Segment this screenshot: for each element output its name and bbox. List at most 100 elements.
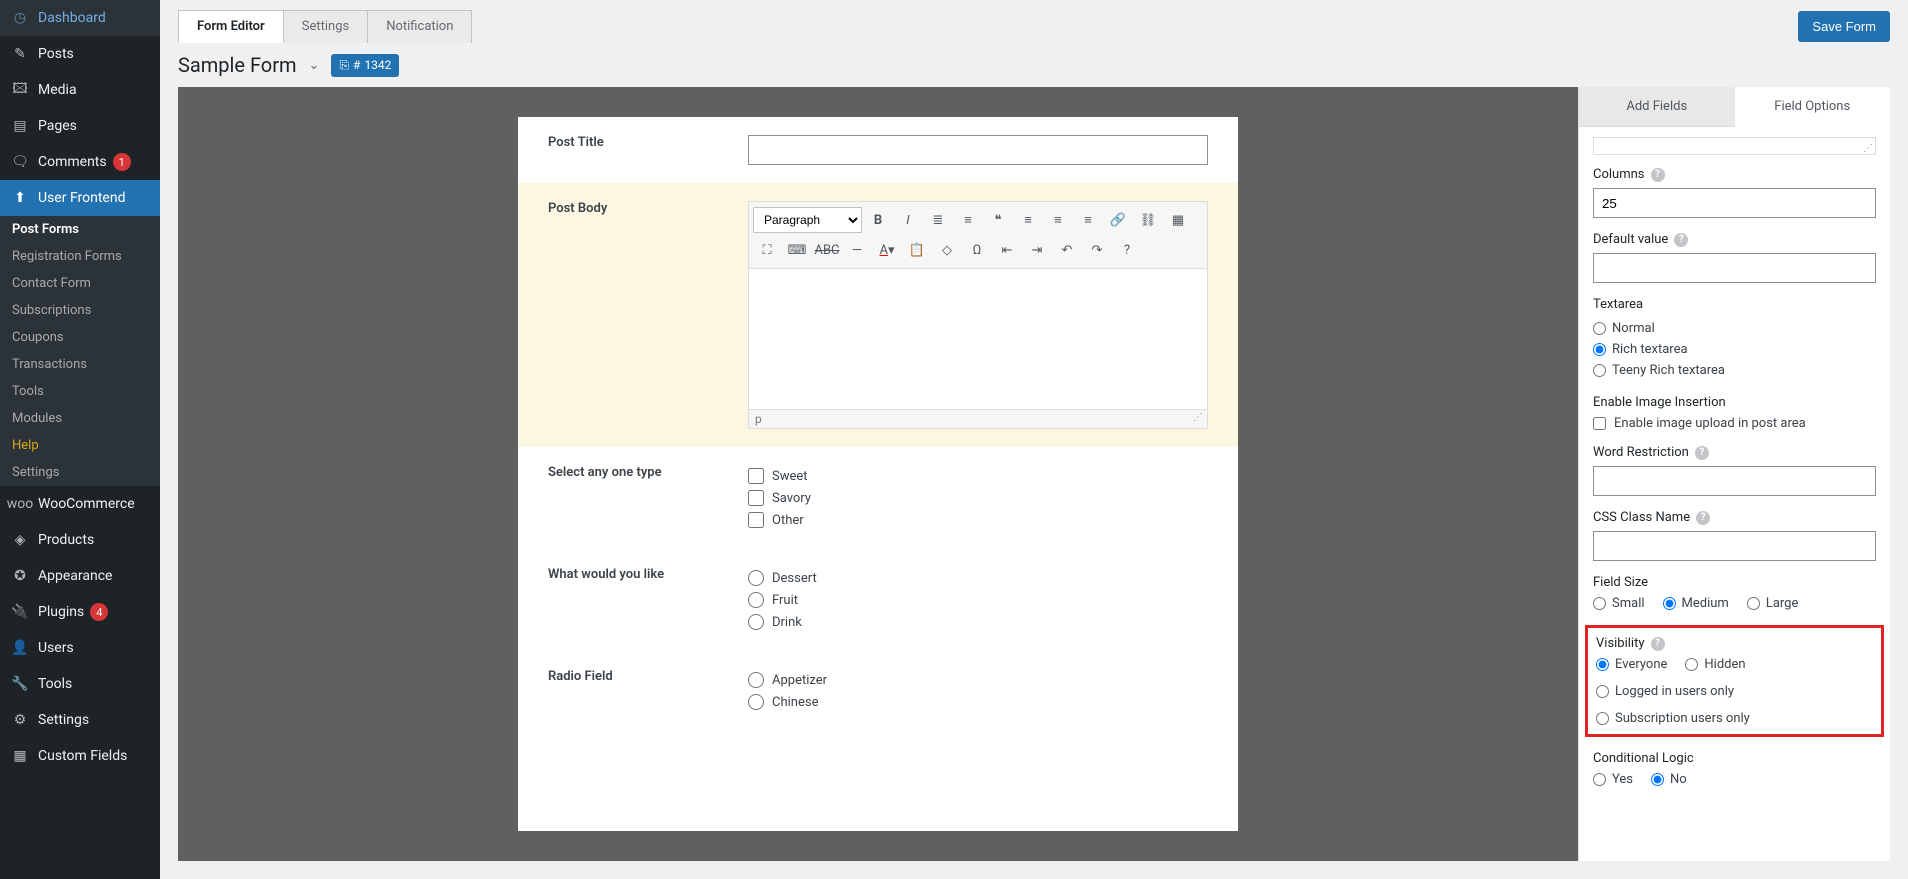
checkbox-option[interactable]: Savory	[748, 487, 1208, 509]
sidebar-item-custom-fields[interactable]: ▦Custom Fields	[0, 738, 160, 774]
submenu-tools[interactable]: Tools	[0, 378, 160, 405]
align-right-icon[interactable]: ≡	[1074, 206, 1102, 234]
text-color-icon[interactable]: A▾	[873, 236, 901, 264]
indent-icon[interactable]: ⇥	[1023, 236, 1051, 264]
submenu-help[interactable]: Help	[0, 432, 160, 459]
option-hidden[interactable]: Hidden	[1685, 657, 1745, 672]
submenu-coupons[interactable]: Coupons	[0, 324, 160, 351]
paragraph-select[interactable]: Paragraph	[753, 207, 862, 233]
number-list-icon[interactable]: ≡	[954, 206, 982, 234]
sidebar-item-settings[interactable]: ⚙Settings	[0, 702, 160, 738]
more-icon[interactable]: ▦	[1164, 206, 1192, 234]
option-no[interactable]: No	[1651, 772, 1687, 787]
option-teeny-rich-textarea[interactable]: Teeny Rich textarea	[1593, 360, 1876, 381]
radio-option[interactable]: Dessert	[748, 567, 1208, 589]
bullet-list-icon[interactable]: ≣	[924, 206, 952, 234]
sidebar-item-woocommerce[interactable]: wooWooCommerce	[0, 486, 160, 522]
sidebar-item-media[interactable]: 🖾Media	[0, 72, 160, 108]
help-icon[interactable]: ?	[1651, 168, 1665, 182]
align-left-icon[interactable]: ≡	[1014, 206, 1042, 234]
option-subscription-users-only[interactable]: Subscription users only	[1596, 711, 1750, 726]
sidebar-item-dashboard[interactable]: ◷Dashboard	[0, 0, 160, 36]
toolbar-toggle-icon[interactable]: ⌨	[783, 236, 811, 264]
form-canvas[interactable]: Post Title Post Body Paragraph B I	[178, 87, 1578, 861]
sidebar-item-plugins[interactable]: 🔌Plugins4	[0, 594, 160, 630]
field-post-title[interactable]: Post Title	[518, 117, 1238, 183]
tab-form-editor[interactable]: Form Editor	[178, 10, 284, 43]
option-logged-in-users-only[interactable]: Logged in users only	[1596, 684, 1734, 699]
submenu-contact-form[interactable]: Contact Form	[0, 270, 160, 297]
woocommerce-icon: woo	[10, 494, 30, 514]
field-checkbox[interactable]: Select any one type SweetSavoryOther	[518, 447, 1238, 549]
radio-option[interactable]: Appetizer	[748, 669, 1208, 691]
checkbox-option[interactable]: Sweet	[748, 465, 1208, 487]
undo-icon[interactable]: ↶	[1053, 236, 1081, 264]
post-title-input[interactable]	[748, 135, 1208, 165]
badge: 1	[113, 153, 131, 171]
submenu-settings[interactable]: Settings	[0, 459, 160, 486]
help-icon[interactable]: ?	[1674, 233, 1688, 247]
strikethrough-icon[interactable]: ABC	[813, 236, 841, 264]
paste-icon[interactable]: 📋	[903, 236, 931, 264]
help-icon[interactable]: ?	[1695, 446, 1709, 460]
submenu-subscriptions[interactable]: Subscriptions	[0, 297, 160, 324]
tab-settings[interactable]: Settings	[283, 10, 368, 43]
bold-icon[interactable]: B	[864, 206, 892, 234]
sidebar-item-comments[interactable]: 🗨Comments1	[0, 144, 160, 180]
form-id-badge[interactable]: ⎘ #1342	[331, 54, 399, 77]
link-icon[interactable]: 🔗	[1104, 206, 1132, 234]
option-normal[interactable]: Normal	[1593, 318, 1876, 339]
form-tabs: Form Editor Settings Notification	[178, 10, 471, 43]
tab-notification[interactable]: Notification	[367, 10, 472, 43]
help-icon[interactable]: ?	[1113, 236, 1141, 264]
clear-format-icon[interactable]: ◇	[933, 236, 961, 264]
option-medium[interactable]: Medium	[1663, 596, 1729, 611]
submenu-modules[interactable]: Modules	[0, 405, 160, 432]
resize-grip-icon[interactable]: ⋰	[1193, 412, 1201, 426]
sidebar-item-pages[interactable]: ▤Pages	[0, 108, 160, 144]
tab-field-options[interactable]: Field Options	[1735, 87, 1891, 127]
image-upload-checkbox[interactable]: Enable image upload in post area	[1593, 416, 1876, 431]
hr-icon[interactable]: —	[843, 236, 871, 264]
default-value-input[interactable]	[1593, 253, 1876, 283]
sidebar-item-tools[interactable]: 🔧Tools	[0, 666, 160, 702]
sidebar-item-users[interactable]: 👤Users	[0, 630, 160, 666]
css-class-input[interactable]	[1593, 531, 1876, 561]
option-everyone[interactable]: Everyone	[1596, 657, 1667, 672]
option-small[interactable]: Small	[1593, 596, 1645, 611]
word-restriction-input[interactable]	[1593, 466, 1876, 496]
outdent-icon[interactable]: ⇤	[993, 236, 1021, 264]
field-radio-1[interactable]: What would you like DessertFruitDrink	[518, 549, 1238, 651]
checkbox-option[interactable]: Other	[748, 509, 1208, 531]
option-large[interactable]: Large	[1747, 596, 1799, 611]
option-rich-textarea[interactable]: Rich textarea	[1593, 339, 1876, 360]
fullscreen-icon[interactable]: ⛶	[753, 236, 781, 264]
radio-option[interactable]: Fruit	[748, 589, 1208, 611]
special-char-icon[interactable]: Ω	[963, 236, 991, 264]
submenu-transactions[interactable]: Transactions	[0, 351, 160, 378]
tab-add-fields[interactable]: Add Fields	[1579, 87, 1735, 127]
field-options-body[interactable]: ⋰ Columns? Default value? Textarea Norma…	[1579, 127, 1890, 861]
sidebar-item-user-frontend[interactable]: ⬆User Frontend	[0, 180, 160, 216]
submenu-registration-forms[interactable]: Registration Forms	[0, 243, 160, 270]
quote-icon[interactable]: ❝	[984, 206, 1012, 234]
redo-icon[interactable]: ↷	[1083, 236, 1111, 264]
unlink-icon[interactable]: ⛓	[1134, 206, 1162, 234]
submenu-post-forms[interactable]: Post Forms	[0, 216, 160, 243]
sidebar-item-posts[interactable]: ✎Posts	[0, 36, 160, 72]
sidebar-item-appearance[interactable]: ✪Appearance	[0, 558, 160, 594]
italic-icon[interactable]: I	[894, 206, 922, 234]
radio-option[interactable]: Drink	[748, 611, 1208, 633]
radio-option[interactable]: Chinese	[748, 691, 1208, 713]
save-form-button[interactable]: Save Form	[1798, 11, 1890, 42]
align-center-icon[interactable]: ≡	[1044, 206, 1072, 234]
chevron-down-icon[interactable]: ⌄	[309, 58, 320, 73]
field-radio-2[interactable]: Radio Field AppetizerChinese	[518, 651, 1238, 731]
help-icon[interactable]: ?	[1696, 511, 1710, 525]
editor-body[interactable]	[749, 269, 1207, 409]
sidebar-item-products[interactable]: ◈Products	[0, 522, 160, 558]
columns-input[interactable]	[1593, 188, 1876, 218]
help-icon[interactable]: ?	[1651, 637, 1665, 651]
option-yes[interactable]: Yes	[1593, 772, 1633, 787]
field-post-body[interactable]: Post Body Paragraph B I ≣ ≡ ❝	[518, 183, 1238, 447]
